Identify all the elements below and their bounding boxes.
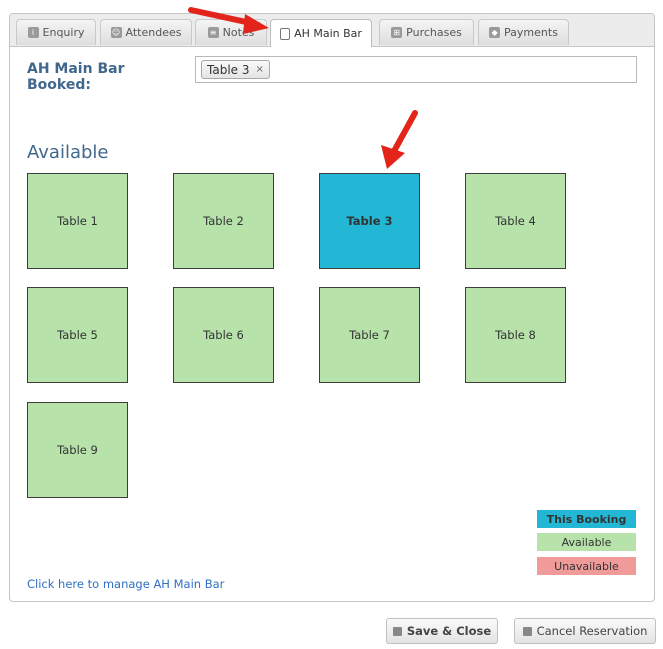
tab-bar: i Enquiry ☺ Attendees ≡ Notes AH Main Ba… [10, 14, 654, 47]
table-cell-5[interactable]: Table 5 [27, 287, 128, 383]
annotation-arrow-table [381, 110, 418, 169]
tab-label: Payments [504, 26, 558, 39]
save-close-button[interactable]: Save & Close [386, 618, 498, 644]
table-cell-6[interactable]: Table 6 [173, 287, 274, 383]
cancel-reservation-button[interactable]: Cancel Reservation [514, 618, 656, 644]
save-icon [392, 626, 402, 636]
booked-table-chip: Table 3 × [201, 60, 270, 79]
legend-unavailable: Unavailable [537, 557, 636, 575]
table-cell-1[interactable]: Table 1 [27, 173, 128, 269]
tab-label: Attendees [125, 26, 182, 39]
available-heading: Available [27, 142, 109, 163]
tab-purchases[interactable]: ⊞ Purchases [379, 19, 474, 45]
table-cell-4[interactable]: Table 4 [465, 173, 566, 269]
annotation-arrow-tab [188, 7, 269, 34]
trash-icon [522, 626, 532, 636]
booked-label: AH Main Bar Booked: [27, 61, 125, 93]
tab-label: Enquiry [42, 26, 85, 39]
tab-payments[interactable]: ◆ Payments [478, 19, 569, 45]
chip-label: Table 3 [207, 62, 250, 77]
save-close-label: Save & Close [406, 624, 492, 638]
manage-ah-main-bar-link[interactable]: Click here to manage AH Main Bar [27, 577, 224, 591]
reservation-dialog: i Enquiry ☺ Attendees ≡ Notes AH Main Ba… [9, 13, 655, 602]
info-icon: i [27, 27, 39, 38]
table-cell-8[interactable]: Table 8 [465, 287, 566, 383]
document-icon [280, 27, 291, 40]
tab-attendees[interactable]: ☺ Attendees [100, 19, 192, 45]
booked-tables-field[interactable]: Table 3 × [195, 56, 637, 83]
person-icon: ☺ [110, 27, 122, 38]
table-cell-9[interactable]: Table 9 [27, 402, 128, 498]
tab-label: AH Main Bar [294, 27, 362, 40]
tag-icon: ◆ [489, 27, 501, 38]
table-cell-7[interactable]: Table 7 [319, 287, 420, 383]
legend-this-booking: This Booking [537, 510, 636, 528]
tab-enquiry[interactable]: i Enquiry [16, 19, 96, 45]
tab-ah-main-bar[interactable]: AH Main Bar [270, 19, 372, 47]
cancel-reservation-label: Cancel Reservation [536, 624, 648, 638]
tab-label: Purchases [406, 26, 462, 39]
table-cell-3[interactable]: Table 3 [319, 173, 420, 269]
remove-chip-icon[interactable]: × [255, 64, 263, 75]
table-cell-2[interactable]: Table 2 [173, 173, 274, 269]
legend-available: Available [537, 533, 636, 551]
cart-icon: ⊞ [391, 27, 403, 38]
